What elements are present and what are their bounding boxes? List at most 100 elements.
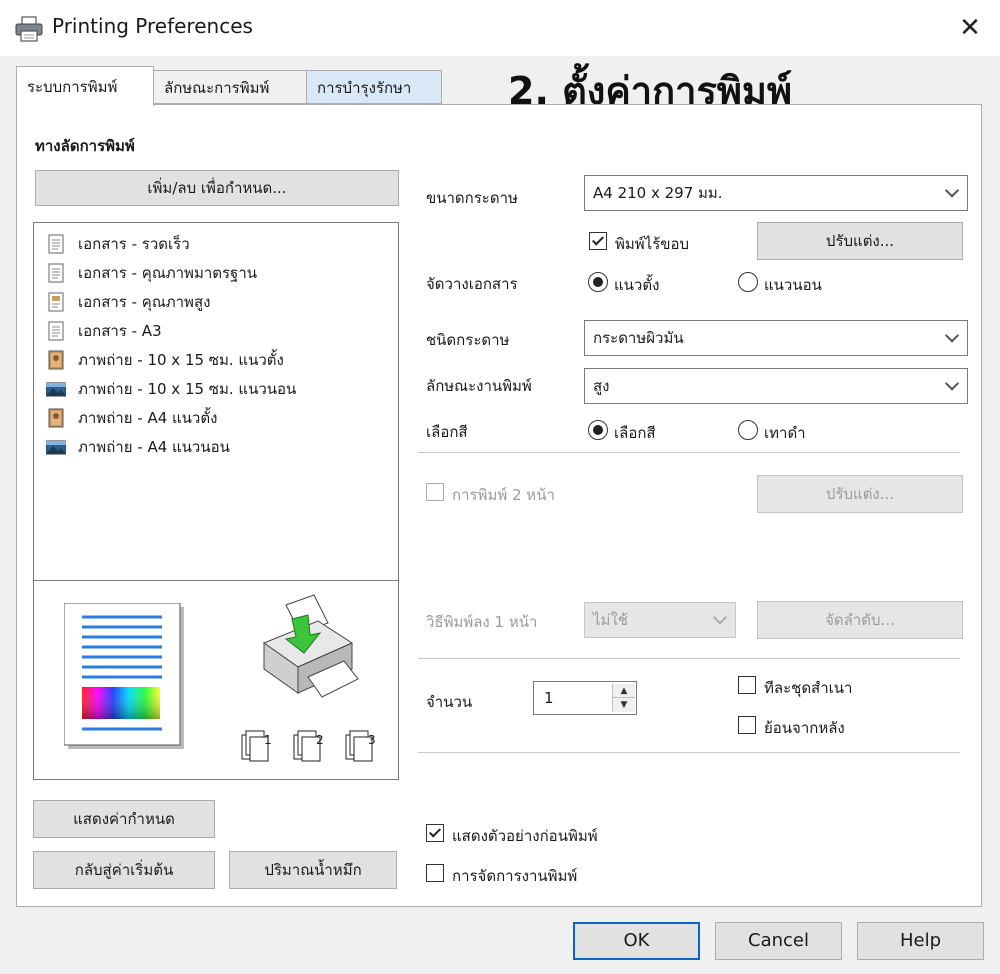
- print-preview-label: แสดงตัวอย่างก่อนพิมพ์: [452, 827, 598, 845]
- preset-label: ภาพถ่าย - A4 แนวตั้ง: [78, 409, 218, 427]
- copy-stack-icon: 2: [292, 729, 332, 763]
- landscape-radio[interactable]: [738, 272, 758, 292]
- preset-label: เอกสาร - A3: [78, 322, 162, 340]
- duplex-adjust-button[interactable]: ปรับแต่ง...: [757, 475, 963, 513]
- color-radio[interactable]: [588, 420, 608, 440]
- window-title: Printing Preferences: [52, 14, 253, 38]
- preset-label: เอกสาร - รวดเร็ว: [78, 235, 190, 253]
- help-button[interactable]: Help: [857, 922, 984, 960]
- portrait-label: แนวตั้ง: [614, 276, 660, 294]
- duplex-label: การพิมพ์ 2 หน้า: [452, 486, 555, 504]
- chevron-down-icon: [944, 376, 960, 391]
- tab-main[interactable]: ระบบการพิมพ์: [16, 66, 154, 106]
- tab-more-options[interactable]: ลักษณะการพิมพ์: [153, 70, 307, 104]
- divider: [418, 752, 960, 753]
- duplex-checkbox[interactable]: [426, 483, 444, 501]
- orientation-label: จัดวางเอกสาร: [426, 275, 518, 293]
- print-preview-checkbox[interactable]: [426, 824, 444, 842]
- radio-selected-dot: [593, 425, 603, 435]
- print-preview-area: 1 2 3: [33, 580, 399, 780]
- ink-levels-button[interactable]: ปริมาณน้ำหมึก: [229, 851, 397, 889]
- copy-stack-icon: 1: [240, 729, 280, 763]
- paper-type-value: กระดาษผิวมัน: [593, 329, 684, 347]
- show-settings-button[interactable]: แสดงค่ากำหนด: [33, 800, 215, 838]
- paper-size-select[interactable]: A4 210 x 297 มม.: [584, 175, 968, 211]
- page-order-button[interactable]: จัดลำดับ...: [757, 601, 963, 639]
- paper-type-label: ชนิดกระดาษ: [426, 331, 510, 349]
- preset-label: เอกสาร - คุณภาพมาตรฐาน: [78, 264, 258, 282]
- chevron-down-icon: [944, 328, 960, 343]
- presets-list: เอกสาร - รวดเร็ว เอกสาร - คุณภาพมาตรฐาน …: [33, 222, 399, 582]
- list-item[interactable]: เอกสาร - คุณภาพมาตรฐาน: [46, 260, 257, 286]
- paper-type-select[interactable]: กระดาษผิวมัน: [584, 320, 968, 356]
- photo-portrait-icon: [48, 408, 64, 428]
- photo-portrait-icon: [48, 350, 64, 370]
- grayscale-label: เทาดำ: [764, 424, 806, 442]
- multipage-label: วิธีพิมพ์ลง 1 หน้า: [426, 613, 538, 631]
- preset-label: เอกสาร - คุณภาพสูง: [78, 293, 211, 311]
- paper-size-label: ขนาดกระดาษ: [426, 189, 518, 207]
- photo-landscape-icon: [46, 382, 66, 397]
- printer-icon: [15, 16, 43, 42]
- preset-label: ภาพถ่าย - A4 แนวนอน: [78, 438, 230, 456]
- color-option-label: เลือกสี: [614, 424, 656, 442]
- list-item[interactable]: ภาพถ่าย - A4 แนวตั้ง: [46, 405, 217, 431]
- quality-value: สูง: [593, 377, 610, 395]
- list-item[interactable]: เอกสาร - คุณภาพสูง: [46, 289, 210, 315]
- spin-up-icon[interactable]: ▲: [613, 684, 635, 698]
- job-arranger-label: การจัดการงานพิมพ์: [452, 867, 578, 885]
- close-button[interactable]: ✕: [952, 10, 988, 46]
- page-preview-icon: [64, 603, 184, 749]
- quality-label: ลักษณะงานพิมพ์: [426, 377, 532, 395]
- presets-title: ทางลัดการพิมพ์: [35, 137, 135, 155]
- reverse-order-label: ย้อนจากหลัง: [764, 719, 845, 737]
- quality-select[interactable]: สูง: [584, 368, 968, 404]
- ok-button[interactable]: OK: [573, 922, 700, 960]
- divider: [418, 658, 960, 659]
- list-item[interactable]: เอกสาร - รวดเร็ว: [46, 231, 190, 257]
- spin-down-icon[interactable]: ▼: [613, 698, 635, 712]
- borderless-checkbox[interactable]: [589, 232, 607, 250]
- checkmark-icon: [428, 825, 442, 838]
- copies-label: จำนวน: [426, 693, 473, 711]
- copies-spinner[interactable]: 1 ▲ ▼: [533, 681, 637, 715]
- list-item[interactable]: ภาพถ่าย - 10 x 15 ซม. แนวตั้ง: [46, 347, 284, 373]
- checkmark-icon: [591, 233, 605, 246]
- landscape-label: แนวนอน: [764, 276, 822, 294]
- list-item[interactable]: ภาพถ่าย - 10 x 15 ซม. แนวนอน: [46, 376, 296, 402]
- cancel-button[interactable]: Cancel: [715, 922, 842, 960]
- paper-size-value: A4 210 x 297 มม.: [593, 184, 723, 202]
- tab-maintenance[interactable]: การบำรุงรักษา: [306, 70, 442, 104]
- color-label: เลือกสี: [426, 423, 468, 441]
- chevron-down-icon: [944, 183, 960, 198]
- grayscale-radio[interactable]: [738, 420, 758, 440]
- copy-number: 3: [368, 733, 376, 747]
- document-icon: [48, 234, 64, 254]
- list-item[interactable]: ภาพถ่าย - A4 แนวนอน: [46, 434, 230, 460]
- job-arranger-checkbox[interactable]: [426, 864, 444, 882]
- add-remove-presets-button[interactable]: เพิ่ม/ลบ เพื่อกำหนด...: [35, 170, 399, 206]
- chevron-down-icon: [712, 610, 728, 625]
- collate-label: ทีละชุดสำเนา: [764, 679, 853, 697]
- spinner-buttons: ▲ ▼: [612, 684, 635, 712]
- radio-selected-dot: [593, 277, 603, 287]
- document-color-icon: [48, 292, 64, 312]
- borderless-label: พิมพ์ไร้ขอบ: [615, 235, 690, 253]
- reset-defaults-button[interactable]: กลับสู่ค่าเริ่มต้น: [33, 851, 215, 889]
- copy-number: 2: [316, 733, 324, 747]
- printer-illustration-icon: [262, 594, 359, 698]
- divider: [418, 452, 960, 453]
- portrait-radio[interactable]: [588, 272, 608, 292]
- photo-landscape-icon: [46, 440, 66, 455]
- list-item[interactable]: เอกสาร - A3: [46, 318, 162, 344]
- multipage-select[interactable]: ไม่ใช้: [584, 602, 736, 638]
- document-icon: [48, 321, 64, 341]
- multipage-value: ไม่ใช้: [593, 611, 628, 629]
- borderless-adjust-button[interactable]: ปรับแต่ง...: [757, 222, 963, 260]
- copies-value: 1: [544, 689, 554, 707]
- preset-label: ภาพถ่าย - 10 x 15 ซม. แนวนอน: [78, 380, 297, 398]
- document-icon: [48, 263, 64, 283]
- collate-checkbox[interactable]: [738, 676, 756, 694]
- reverse-order-checkbox[interactable]: [738, 716, 756, 734]
- copy-number: 1: [264, 733, 272, 747]
